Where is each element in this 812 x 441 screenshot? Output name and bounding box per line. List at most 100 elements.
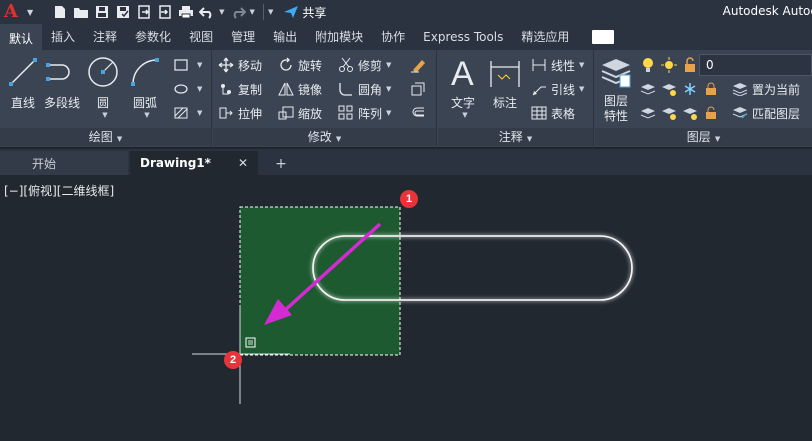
trim-button[interactable]: 修剪 ▼ — [337, 54, 391, 76]
annotation-panel-title-label: 注释 — [498, 130, 523, 144]
layer-unlock-icon[interactable] — [702, 104, 720, 122]
layers-panel-title[interactable]: 图层 ▼ — [595, 128, 812, 146]
modify-panel-title[interactable]: 修改 ▼ — [213, 128, 436, 146]
arc-label: 圆弧 — [132, 96, 157, 110]
polyline-button[interactable]: 多段线 — [44, 54, 80, 111]
text-button[interactable]: A 文字 ▼ — [446, 54, 480, 119]
move-button[interactable]: 移动 — [217, 54, 262, 76]
make-current-label: 置为当前 — [752, 82, 801, 97]
file-tab-start[interactable]: 开始 — [0, 151, 128, 175]
app-menu-arrow-icon[interactable]: ▼ — [27, 8, 33, 17]
tab-collaborate[interactable]: 协作 — [372, 24, 414, 50]
layer-off-icon[interactable] — [639, 80, 657, 98]
print-icon[interactable] — [177, 3, 195, 21]
app-logo[interactable]: A — [4, 1, 26, 23]
arc-dropdown-icon[interactable]: ▼ — [144, 111, 149, 119]
ellipse-dropdown-icon[interactable]: ▼ — [197, 85, 202, 93]
offset-button[interactable] — [409, 102, 430, 124]
trim-label: 修剪 — [358, 58, 383, 73]
line-button[interactable]: 直线 — [6, 54, 40, 111]
copy-label: 复制 — [238, 82, 263, 97]
make-current-icon — [731, 80, 749, 98]
trim-dropdown-icon[interactable]: ▼ — [386, 61, 391, 69]
linear-dimension-icon — [530, 56, 548, 74]
tab-manage[interactable]: 管理 — [222, 24, 264, 50]
linear-dropdown-icon[interactable]: ▼ — [579, 61, 584, 69]
leader-label: 引线 — [551, 82, 576, 97]
export-icon[interactable] — [135, 3, 153, 21]
text-dropdown-icon[interactable]: ▼ — [462, 111, 467, 119]
scale-button[interactable]: 缩放 — [277, 102, 322, 124]
rotate-button[interactable]: 旋转 — [277, 54, 322, 76]
layers-panel: 图层 特性 0 置为当前 匹配图层 图层 ▼ — [595, 50, 812, 148]
circle-dropdown-icon[interactable]: ▼ — [102, 111, 107, 119]
dimension-button[interactable]: 标注 — [488, 54, 522, 111]
layer-lock-icon[interactable] — [702, 80, 720, 98]
tab-addins[interactable]: 附加模块 — [306, 24, 372, 50]
share-button[interactable]: 共享 — [283, 4, 326, 21]
hatch-dropdown-icon[interactable]: ▼ — [197, 109, 202, 117]
layer-properties-button[interactable]: 图层 特性 — [599, 54, 633, 124]
layers-panel-expand-icon[interactable]: ▼ — [715, 135, 720, 143]
draw-panel-expand-icon[interactable]: ▼ — [117, 135, 122, 143]
rectangle-button[interactable]: ▼ — [172, 54, 202, 76]
hatch-button[interactable]: ▼ — [172, 102, 202, 124]
fillet-dropdown-icon[interactable]: ▼ — [386, 85, 391, 93]
layer-unisolate-icon[interactable] — [660, 104, 678, 122]
ellipse-button[interactable]: ▼ — [172, 78, 202, 100]
save-icon[interactable] — [93, 3, 111, 21]
tab-home[interactable]: 默认 — [0, 24, 43, 50]
polyline-label: 多段线 — [44, 96, 81, 110]
tab-insert[interactable]: 插入 — [42, 24, 84, 50]
customize-quick-access-icon[interactable]: ▼ — [268, 8, 273, 16]
array-dropdown-icon[interactable]: ▼ — [386, 109, 391, 117]
tab-output[interactable]: 输出 — [264, 24, 306, 50]
mirror-button[interactable]: 镜像 — [277, 78, 322, 100]
undo-dropdown-icon[interactable]: ▼ — [219, 8, 224, 16]
layer-dropdown[interactable]: 0 — [699, 54, 812, 76]
redo-icon[interactable] — [229, 3, 247, 21]
draw-panel: 直线 多段线 圆 ▼ 圆弧 ▼ ▼ ▼ ▼ 绘图 ▼ — [0, 50, 212, 148]
tab-express-tools[interactable]: Express Tools — [414, 24, 512, 50]
annotation-panel-expand-icon[interactable]: ▼ — [527, 135, 532, 143]
new-tab-button[interactable]: + — [270, 153, 292, 175]
file-tab-drawing1[interactable]: Drawing1* ✕ — [130, 151, 258, 175]
array-button[interactable]: 阵列 ▼ — [337, 102, 391, 124]
save-as-icon[interactable] — [114, 3, 132, 21]
stretch-button[interactable]: 拉伸 — [217, 102, 262, 124]
import-icon[interactable] — [156, 3, 174, 21]
rectangle-dropdown-icon[interactable]: ▼ — [197, 61, 202, 69]
tab-parametric[interactable]: 参数化 — [126, 24, 180, 50]
tab-featured-apps[interactable]: 精选应用 — [512, 24, 578, 50]
leader-dropdown-icon[interactable]: ▼ — [579, 85, 584, 93]
fillet-button[interactable]: 圆角 ▼ — [337, 78, 391, 100]
tab-annotate[interactable]: 注释 — [84, 24, 126, 50]
annotation-panel-title[interactable]: 注释 ▼ — [438, 128, 593, 146]
ribbon-display-toggle-icon[interactable] — [592, 30, 615, 44]
modify-panel-expand-icon[interactable]: ▼ — [336, 135, 341, 143]
redo-dropdown-icon[interactable]: ▼ — [250, 8, 255, 16]
copy-button[interactable]: 复制 — [217, 78, 262, 100]
draw-panel-title[interactable]: 绘图 ▼ — [0, 128, 211, 146]
undo-icon[interactable] — [198, 3, 216, 21]
make-current-button[interactable]: 置为当前 — [731, 78, 800, 100]
layer-thaw-icon[interactable] — [681, 104, 699, 122]
explode-button[interactable] — [409, 78, 430, 100]
arc-button[interactable]: 圆弧 ▼ — [128, 54, 162, 119]
close-tab-icon[interactable]: ✕ — [238, 156, 248, 170]
layer-freeze-icon[interactable] — [681, 80, 699, 98]
drawing-canvas[interactable]: [−][俯视][二维线框] 1 2 — [0, 175, 812, 441]
open-icon[interactable] — [72, 3, 90, 21]
new-file-icon[interactable] — [51, 3, 69, 21]
leader-button[interactable]: 引线 ▼ — [530, 78, 584, 100]
file-tab-start-label: 开始 — [32, 156, 57, 171]
match-layer-button[interactable]: 匹配图层 — [731, 102, 800, 124]
table-button[interactable]: 表格 — [530, 102, 575, 124]
erase-button[interactable] — [409, 54, 430, 76]
tab-view[interactable]: 视图 — [180, 24, 222, 50]
layer-isolate-icon[interactable] — [660, 80, 678, 98]
layer-on-icon[interactable] — [639, 104, 657, 122]
fillet-icon — [337, 80, 355, 98]
circle-button[interactable]: 圆 ▼ — [86, 54, 120, 119]
linear-button[interactable]: 线性 ▼ — [530, 54, 584, 76]
